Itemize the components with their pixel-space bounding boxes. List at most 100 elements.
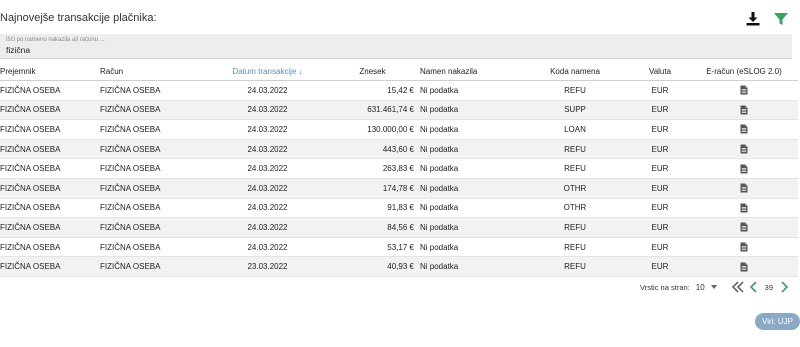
cell-namen: Ni podatka [420, 198, 520, 219]
cell-koda: LOAN [520, 119, 630, 140]
cell-datum: 24.03.2022 [210, 198, 325, 219]
download-button[interactable] [744, 10, 762, 28]
cell-znesek: 40,93 € [325, 256, 420, 277]
document-icon[interactable] [740, 203, 748, 213]
document-icon[interactable] [740, 242, 748, 252]
cell-datum: 24.03.2022 [210, 178, 325, 199]
cell-datum: 24.03.2022 [210, 158, 325, 179]
cell-znesek: 84,56 € [325, 217, 420, 238]
cell-koda: SUPP [520, 100, 630, 121]
filter-button[interactable] [772, 10, 790, 28]
cell-eracun [690, 217, 798, 238]
cell-racun: FIZIČNA OSEBA [100, 100, 210, 121]
cell-valuta: EUR [630, 217, 690, 238]
column-header-znesek[interactable]: Znesek [325, 62, 420, 81]
cell-valuta: EUR [630, 178, 690, 199]
cell-valuta: EUR [630, 237, 690, 258]
cell-racun: FIZIČNA OSEBA [100, 139, 210, 160]
table-row[interactable]: FIZIČNA OSEBA FIZIČNA OSEBA 23.03.2022 40,9… [0, 256, 798, 277]
cell-namen: Ni podatka [420, 119, 520, 140]
document-icon[interactable] [740, 222, 748, 232]
column-header-prejemnik[interactable]: Prejemnik [0, 62, 100, 81]
table-row[interactable]: FIZIČNA OSEBA FIZIČNA OSEBA 24.03.2022 263,… [0, 158, 798, 179]
current-page: 39 [764, 282, 773, 292]
cell-znesek: 91,83 € [325, 198, 420, 219]
column-header-koda[interactable]: Koda namena [520, 62, 630, 81]
cell-namen: Ni podatka [420, 80, 520, 101]
next-page-icon[interactable] [780, 281, 789, 293]
cell-znesek: 15,42 € [325, 80, 420, 101]
cell-eracun [690, 119, 798, 140]
table-row[interactable]: FIZIČNA OSEBA FIZIČNA OSEBA 24.03.2022 631.… [0, 100, 798, 121]
cell-valuta: EUR [630, 139, 690, 160]
cell-racun: FIZIČNA OSEBA [100, 119, 210, 140]
cell-prejemnik: FIZIČNA OSEBA [0, 158, 100, 179]
cell-racun: FIZIČNA OSEBA [100, 178, 210, 199]
column-header-datum[interactable]: Datum transakcije ↓ [210, 62, 325, 81]
cell-racun: FIZIČNA OSEBA [100, 256, 210, 277]
cell-znesek: 174,78 € [325, 178, 420, 199]
cell-koda: REFU [520, 237, 630, 258]
cell-znesek: 443,60 € [325, 139, 420, 160]
cell-datum: 24.03.2022 [210, 119, 325, 140]
cell-eracun [690, 178, 798, 199]
cell-eracun [690, 158, 798, 179]
filter-icon [774, 13, 788, 25]
cell-racun: FIZIČNA OSEBA [100, 217, 210, 238]
cell-valuta: EUR [630, 158, 690, 179]
download-icon [746, 12, 760, 26]
rows-per-page-select[interactable]: 10 [696, 283, 705, 292]
table-row[interactable]: FIZIČNA OSEBA FIZIČNA OSEBA 24.03.2022 84,5… [0, 217, 798, 238]
cell-prejemnik: FIZIČNA OSEBA [0, 139, 100, 160]
previous-page-icon[interactable] [749, 281, 758, 293]
cell-namen: Ni podatka [420, 100, 520, 121]
search-input[interactable]: fizična [6, 45, 30, 55]
pagination: Vrstic na stran: 10 39 [640, 281, 789, 293]
cell-prejemnik: FIZIČNA OSEBA [0, 198, 100, 219]
cell-namen: Ni podatka [420, 139, 520, 160]
table-row[interactable]: FIZIČNA OSEBA FIZIČNA OSEBA 24.03.2022 53,1… [0, 237, 798, 258]
cell-prejemnik: FIZIČNA OSEBA [0, 100, 100, 121]
document-icon[interactable] [740, 124, 748, 134]
source-button[interactable]: Viri: UJP [755, 313, 800, 330]
document-icon[interactable] [740, 262, 748, 272]
cell-eracun [690, 139, 798, 160]
table-row[interactable]: FIZIČNA OSEBA FIZIČNA OSEBA 24.03.2022 130.… [0, 119, 798, 140]
cell-prejemnik: FIZIČNA OSEBA [0, 178, 100, 199]
cell-datum: 23.03.2022 [210, 256, 325, 277]
cell-valuta: EUR [630, 80, 690, 101]
search-field[interactable]: Išči po namenu nakazila ali računu ... f… [0, 34, 792, 59]
document-icon[interactable] [740, 183, 748, 193]
cell-koda: REFU [520, 80, 630, 101]
cell-namen: Ni podatka [420, 217, 520, 238]
document-icon[interactable] [740, 164, 748, 174]
column-header-namen[interactable]: Namen nakazila [420, 62, 520, 81]
transactions-table: Prejemnik Račun Datum transakcije ↓ Znes… [0, 62, 798, 277]
cell-valuta: EUR [630, 119, 690, 140]
chevron-down-icon[interactable] [710, 285, 717, 289]
cell-znesek: 631.461,74 € [325, 100, 420, 121]
cell-koda: REFU [520, 158, 630, 179]
table-row[interactable]: FIZIČNA OSEBA FIZIČNA OSEBA 24.03.2022 174,… [0, 178, 798, 199]
cell-prejemnik: FIZIČNA OSEBA [0, 217, 100, 238]
document-icon[interactable] [740, 105, 748, 115]
cell-prejemnik: FIZIČNA OSEBA [0, 237, 100, 258]
cell-koda: OTHR [520, 198, 630, 219]
cell-eracun [690, 80, 798, 101]
cell-valuta: EUR [630, 256, 690, 277]
cell-koda: REFU [520, 217, 630, 238]
cell-datum: 24.03.2022 [210, 237, 325, 258]
search-placeholder: Išči po namenu nakazila ali računu ... [6, 37, 105, 43]
table-row[interactable]: FIZIČNA OSEBA FIZIČNA OSEBA 24.03.2022 15,4… [0, 80, 798, 101]
column-header-racun[interactable]: Račun [100, 62, 210, 81]
column-header-valuta[interactable]: Valuta [630, 62, 690, 81]
table-row[interactable]: FIZIČNA OSEBA FIZIČNA OSEBA 24.03.2022 443,… [0, 139, 798, 160]
table-row[interactable]: FIZIČNA OSEBA FIZIČNA OSEBA 24.03.2022 91,8… [0, 198, 798, 219]
cell-valuta: EUR [630, 100, 690, 121]
cell-znesek: 263,83 € [325, 158, 420, 179]
cell-namen: Ni podatka [420, 256, 520, 277]
document-icon[interactable] [740, 144, 748, 154]
first-page-icon[interactable] [731, 281, 745, 293]
document-icon[interactable] [740, 85, 748, 95]
cell-eracun [690, 100, 798, 121]
